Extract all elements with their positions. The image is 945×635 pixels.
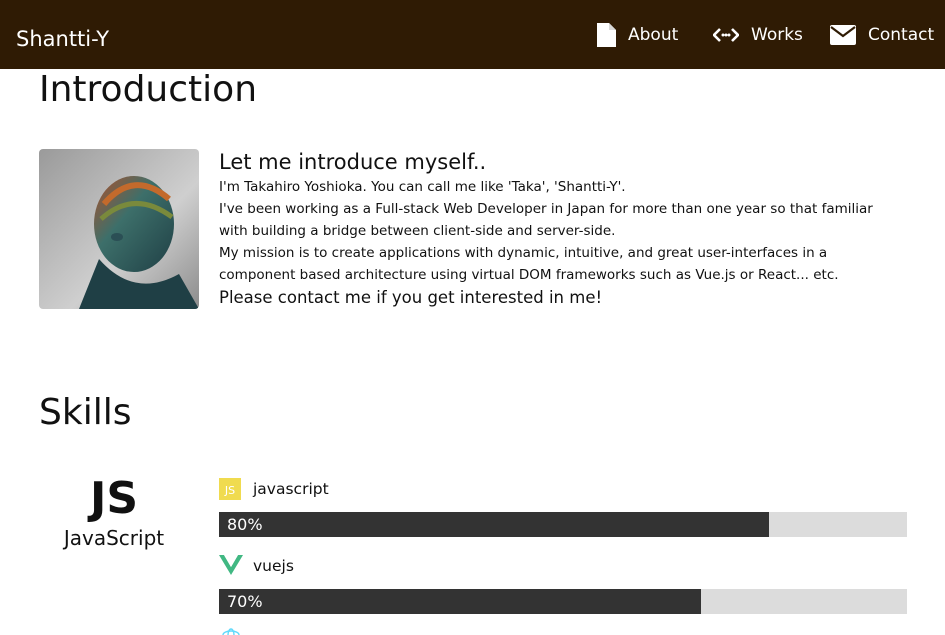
skill-row-vuejs: vuejs 70% <box>219 553 907 614</box>
nav-link-works[interactable]: Works <box>712 19 803 51</box>
svg-text:JS: JS <box>224 484 235 497</box>
nav-link-contact[interactable]: Contact <box>830 19 934 51</box>
skill-name: vuejs <box>253 557 294 575</box>
skills-heading: Skills <box>39 392 132 433</box>
intro-line: component based architecture using virtu… <box>219 267 839 283</box>
skill-name: javascript <box>253 480 329 498</box>
skill-percent-label: 80% <box>227 515 263 534</box>
skill-progress-bar: 70% <box>219 589 907 614</box>
skill-label: JS javascript <box>219 476 907 502</box>
skill-row-javascript: JS javascript 80% <box>219 476 907 537</box>
nav-label-contact: Contact <box>868 25 935 45</box>
nav-link-about[interactable]: About <box>597 19 678 51</box>
code-arrows-icon <box>712 27 740 43</box>
brand-logo-text[interactable]: Shantti-Y <box>16 26 109 52</box>
react-icon <box>222 626 240 635</box>
intro-text-block: Let me introduce myself.. I'm Takahiro Y… <box>219 150 909 309</box>
intro-contact-cta: Please contact me if you get interested … <box>219 288 603 307</box>
skill-card-name: JavaScript <box>63 526 165 550</box>
nav-label-about: About <box>628 25 679 45</box>
nav-label-works: Works <box>751 25 803 45</box>
document-icon <box>597 23 616 47</box>
js-icon: JS <box>219 478 243 500</box>
intro-line: I'm Takahiro Yoshioka. You can call me l… <box>219 179 626 195</box>
introduction-heading: Introduction <box>39 69 258 110</box>
skill-card-javascript: JS JavaScript <box>39 473 189 551</box>
intro-line: My mission is to create applications wit… <box>219 245 828 261</box>
envelope-icon <box>830 25 856 45</box>
skill-percent-label: 70% <box>227 592 263 611</box>
skill-progress-fill <box>219 589 701 614</box>
top-navbar: Shantti-Y About Works Contact <box>0 0 945 69</box>
intro-subheading: Let me introduce myself.. <box>219 150 487 174</box>
vue-icon <box>219 555 243 577</box>
skill-progress-fill <box>219 512 770 537</box>
intro-line: with building a bridge between client-si… <box>219 223 616 239</box>
skill-label: vuejs <box>219 553 907 579</box>
profile-photo <box>39 149 199 309</box>
js-logo: JS <box>89 473 139 524</box>
skill-progress-bar: 80% <box>219 512 907 537</box>
intro-line: I've been working as a Full-stack Web De… <box>219 201 873 217</box>
